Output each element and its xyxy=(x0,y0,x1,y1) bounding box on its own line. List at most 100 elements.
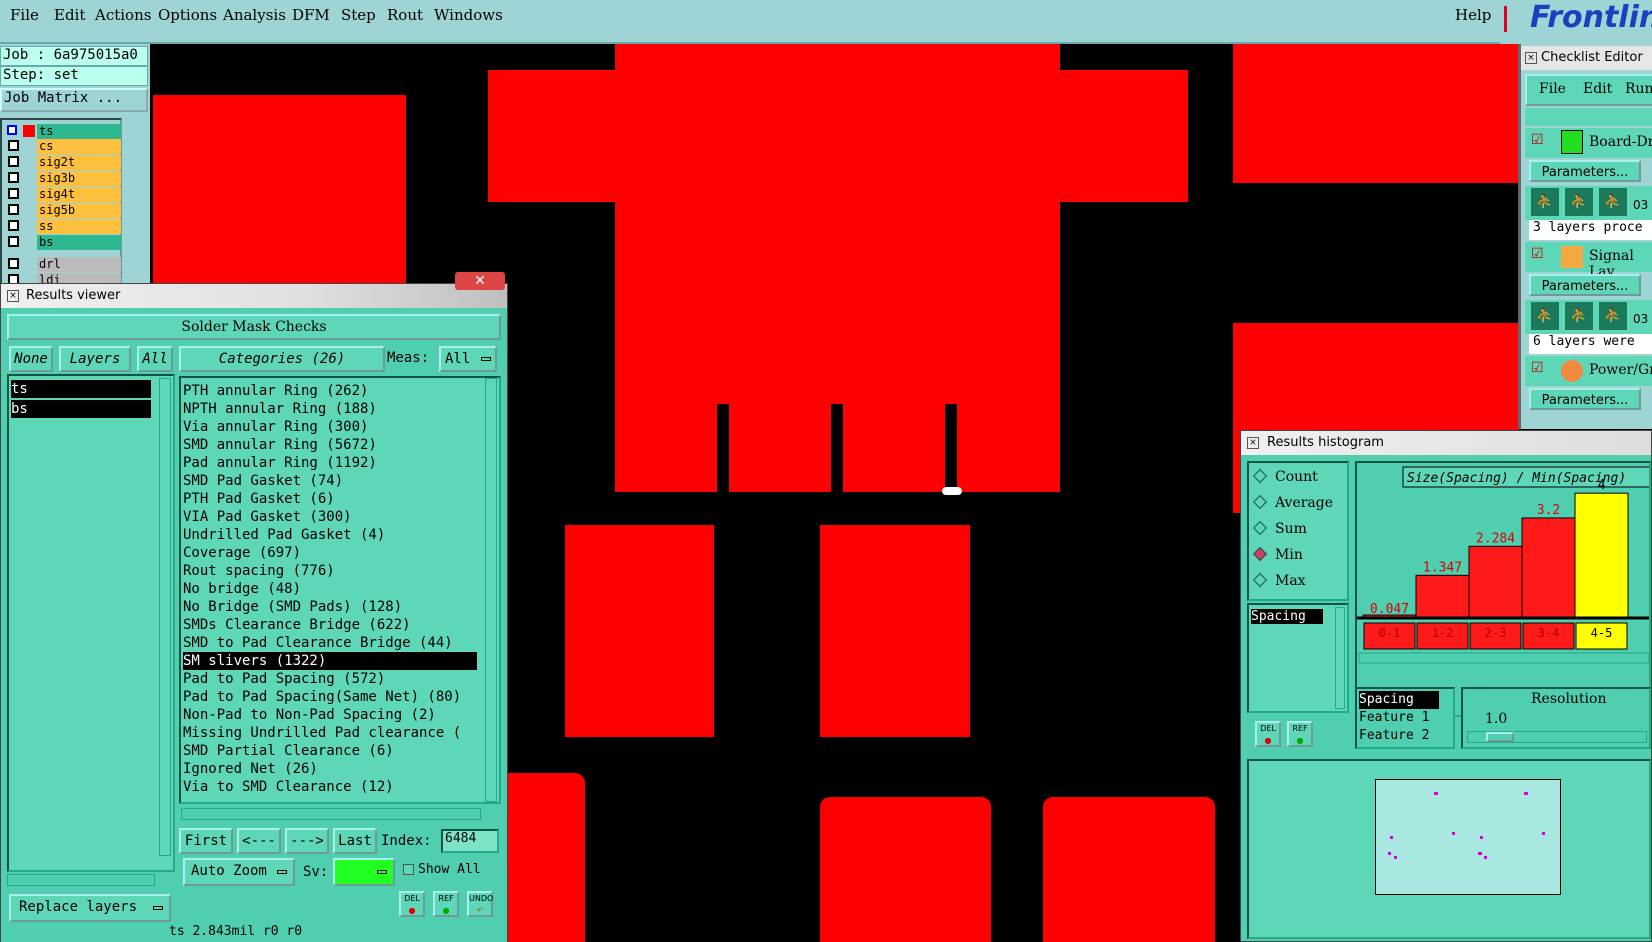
menu-rout[interactable]: Rout xyxy=(387,6,423,24)
layer-item[interactable]: ts xyxy=(37,124,121,139)
run-icon[interactable]: ⛹ xyxy=(1531,188,1559,216)
category-item[interactable]: SMD annular Ring (5672) xyxy=(183,436,497,454)
category-item[interactable]: NPTH annular Ring (188) xyxy=(183,400,497,418)
checklist-menu-edit[interactable]: Edit xyxy=(1583,81,1612,97)
horizontal-scrollbar[interactable] xyxy=(181,808,481,820)
run-icon[interactable]: ⛹ xyxy=(1531,302,1559,330)
checklist-menu-run[interactable]: Run xyxy=(1625,81,1652,97)
sv-color-dropdown[interactable] xyxy=(333,858,395,886)
list-item[interactable]: bs xyxy=(11,400,151,418)
vertical-scrollbar[interactable] xyxy=(159,378,171,856)
layer-checkbox[interactable] xyxy=(8,204,19,215)
category-item[interactable]: No bridge (48) xyxy=(183,580,497,598)
category-item[interactable]: Ignored Net (26) xyxy=(183,760,497,778)
auto-zoom-dropdown[interactable]: Auto Zoom xyxy=(183,858,295,886)
checklist-item[interactable]: ☑ Signal Lay xyxy=(1525,242,1652,280)
layer-result-list[interactable]: ts bs xyxy=(7,374,175,872)
category-item[interactable]: Rout spacing (776) xyxy=(183,562,497,580)
checklist-item[interactable]: ☑ Board-Dr xyxy=(1525,128,1652,158)
layer-item[interactable]: sig2t xyxy=(37,155,121,170)
stop-icon[interactable]: ⛹ xyxy=(1599,302,1627,330)
category-list[interactable]: PTH annular Ring (262) NPTH annular Ring … xyxy=(179,376,501,804)
replace-layers-dropdown[interactable]: Replace layers xyxy=(9,894,171,922)
menu-edit[interactable]: Edit xyxy=(54,6,85,24)
index-input[interactable]: 6484 xyxy=(441,829,499,853)
ref-icon[interactable]: REF ● xyxy=(1287,721,1313,747)
layer-item[interactable]: bs xyxy=(37,235,121,250)
histogram-titlebar[interactable]: Results histogram xyxy=(1241,431,1651,455)
results-viewer-titlebar[interactable]: × Results viewer xyxy=(1,284,507,308)
close-icon[interactable]: ✕ xyxy=(455,272,505,290)
mode-radio-average[interactable]: Average xyxy=(1252,494,1333,517)
parameters-button[interactable]: Parameters... xyxy=(1529,160,1641,182)
layer-item[interactable]: cs xyxy=(37,139,121,154)
menu-dfm[interactable]: DFM xyxy=(292,6,330,24)
list-item[interactable]: ts xyxy=(11,380,151,398)
first-button[interactable]: First xyxy=(179,828,233,854)
resolution-slider[interactable] xyxy=(1467,731,1647,743)
category-item[interactable]: PTH annular Ring (262) xyxy=(183,382,497,400)
category-item[interactable]: Coverage (697) xyxy=(183,544,497,562)
layer-checkbox[interactable] xyxy=(8,140,19,151)
mode-radio-min[interactable]: Min xyxy=(1252,546,1303,569)
layer-checkbox[interactable] xyxy=(8,236,19,247)
show-all-checkbox[interactable] xyxy=(403,864,414,875)
menu-actions[interactable]: Actions xyxy=(95,6,151,24)
category-item[interactable]: SMDs Clearance Bridge (622) xyxy=(183,616,497,634)
menu-help[interactable]: Help xyxy=(1455,6,1491,24)
checklist-item[interactable]: ☑ Power/Gro xyxy=(1525,356,1652,386)
list-item[interactable]: Spacing xyxy=(1251,609,1323,624)
category-item[interactable]: Missing Undrilled Pad clearance ( xyxy=(183,724,497,742)
layer-item[interactable]: sig4t xyxy=(37,187,121,202)
layers-tab[interactable]: Layers xyxy=(59,346,131,372)
category-item[interactable]: Pad annular Ring (1192) xyxy=(183,454,497,472)
checklist-titlebar[interactable]: Checklist Editor xyxy=(1521,46,1652,70)
category-item[interactable]: Undrilled Pad Gasket (4) xyxy=(183,526,497,544)
layer-checkbox[interactable] xyxy=(8,188,19,199)
category-item[interactable]: SMD Partial Clearance (6) xyxy=(183,742,497,760)
mode-radio-count[interactable]: Count xyxy=(1252,468,1318,491)
del-icon[interactable]: DEL ● xyxy=(1255,721,1281,747)
del-icon[interactable]: DEL ● xyxy=(399,891,425,917)
mode-radio-max[interactable]: Max xyxy=(1252,572,1306,595)
category-item[interactable]: No Bridge (SMD Pads) (128) xyxy=(183,598,497,616)
list-item[interactable]: Spacing xyxy=(1359,691,1439,709)
next-button[interactable]: ---> xyxy=(285,828,329,854)
vertical-scrollbar[interactable] xyxy=(485,378,497,802)
menu-step[interactable]: Step xyxy=(341,6,376,24)
menu-options[interactable]: Options xyxy=(158,6,217,24)
category-item[interactable]: SMD Pad Gasket (74) xyxy=(183,472,497,490)
run-icon[interactable]: ⛹ xyxy=(1565,188,1593,216)
undo-icon[interactable]: UNDO ↶ xyxy=(467,891,493,917)
list-item[interactable]: Feature 2 xyxy=(1359,727,1453,745)
layer-item[interactable]: ss xyxy=(37,219,121,234)
layer-item[interactable]: drl xyxy=(37,257,121,272)
menu-windows[interactable]: Windows xyxy=(434,6,503,24)
stop-icon[interactable]: ⛹ xyxy=(1599,188,1627,216)
field-list[interactable]: Spacing xyxy=(1247,603,1349,713)
category-item[interactable]: SM slivers (1322) xyxy=(183,652,477,670)
run-icon[interactable]: ⛹ xyxy=(1565,302,1593,330)
layer-checkbox[interactable] xyxy=(8,258,19,269)
category-item[interactable]: Pad to Pad Spacing(Same Net) (80) xyxy=(183,688,497,706)
category-item[interactable]: VIA Pad Gasket (300) xyxy=(183,508,497,526)
parameters-button[interactable]: Parameters... xyxy=(1529,388,1641,410)
layer-checkbox[interactable] xyxy=(8,172,19,183)
categories-button[interactable]: Categories (26) xyxy=(179,346,385,372)
ref-icon[interactable]: REF ● xyxy=(433,891,459,917)
category-item[interactable]: Via annular Ring (300) xyxy=(183,418,497,436)
layer-checkbox[interactable] xyxy=(8,156,19,167)
horizontal-scrollbar[interactable] xyxy=(7,874,155,886)
none-button[interactable]: None xyxy=(9,346,53,372)
menu-file[interactable]: File xyxy=(10,6,39,24)
prev-button[interactable]: <--- xyxy=(237,828,281,854)
layer-item[interactable]: sig3b xyxy=(37,171,121,186)
layer-item[interactable]: sig5b xyxy=(37,203,121,218)
category-item[interactable]: Via to SMD Clearance (12) xyxy=(183,778,497,796)
checklist-menu-file[interactable]: File xyxy=(1539,81,1566,97)
category-item[interactable]: SMD to Pad Clearance Bridge (44) xyxy=(183,634,497,652)
field-detail-list[interactable]: Spacing Feature 1 Feature 2 xyxy=(1355,687,1455,749)
category-item[interactable]: Pad to Pad Spacing (572) xyxy=(183,670,497,688)
board-preview[interactable] xyxy=(1375,779,1561,895)
menu-analysis[interactable]: Analysis xyxy=(223,6,286,24)
